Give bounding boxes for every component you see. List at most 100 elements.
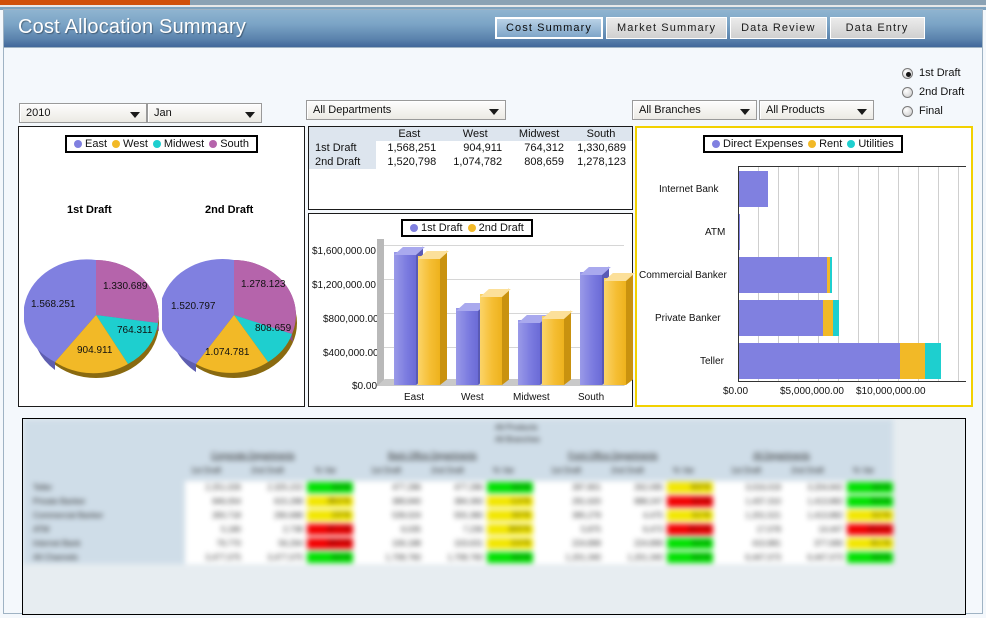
tab-data-entry[interactable]: Data Entry xyxy=(829,17,925,39)
legend-swatch-icon xyxy=(209,140,218,148)
radio-1st-draft[interactable]: 1st Draft xyxy=(902,65,986,84)
col-header-west: West xyxy=(442,127,509,141)
radio-dot-icon xyxy=(902,68,913,79)
sub-header-1st-draft: 1st Draft xyxy=(371,466,402,475)
cell-2nd-south: 1,278,123 xyxy=(569,155,632,169)
legend-swatch-icon xyxy=(712,140,720,148)
cell-1st-midwest: 764,312 xyxy=(508,141,570,155)
tab-market-summary[interactable]: Market Summary xyxy=(605,17,728,39)
cell-value: 6,447,073 xyxy=(745,553,781,562)
column-south-2nd-draft xyxy=(604,272,635,385)
sub-header-var: % Var xyxy=(315,466,337,475)
stacked-bar-atm xyxy=(739,214,740,250)
cell-value: 988,247 xyxy=(634,497,663,506)
row-label-1st-draft: 1st Draft xyxy=(309,141,377,155)
pie-value-west-2: 1.074.781 xyxy=(205,347,250,358)
cell-value: 6,447,073 xyxy=(807,553,843,562)
column-west-2nd-draft xyxy=(480,288,511,385)
legend-swatch-icon xyxy=(467,224,476,232)
cell-variance: -15.4 % xyxy=(847,524,893,535)
tab-bar: Cost Summary Market Summary Data Review … xyxy=(495,17,925,39)
branch-dropdown-value: All Branches xyxy=(639,104,701,116)
sub-header-var: % Var xyxy=(673,466,695,475)
department-dropdown-value: All Departments xyxy=(313,104,392,116)
month-dropdown[interactable]: Jan xyxy=(147,103,262,123)
legend-swatch-icon xyxy=(74,140,82,148)
page-title: Cost Allocation Summary xyxy=(18,16,247,38)
cell-value: 1,201,340 xyxy=(565,553,601,562)
radio-2nd-draft[interactable]: 2nd Draft xyxy=(902,84,986,103)
tab-data-review[interactable]: Data Review xyxy=(730,17,827,39)
cell-variance: 0.0 % xyxy=(307,552,353,563)
pie-chart-2nd-draft xyxy=(162,259,297,378)
cell-variance: -1.4 % xyxy=(487,496,533,507)
segment-rent xyxy=(823,300,833,336)
summary-table: East West Midwest South 1st Draft 1,568,… xyxy=(309,127,632,169)
detail-table-data-area xyxy=(185,481,893,564)
sub-header-2nd-draft: 2nd Draft xyxy=(431,466,464,475)
column-east-2nd-draft xyxy=(418,250,449,385)
cell-value: 106,188 xyxy=(392,539,421,548)
department-dropdown[interactable]: All Departments xyxy=(306,100,506,120)
legend-swatch-icon xyxy=(410,224,418,232)
cell-variance: 10.2 % xyxy=(667,524,713,535)
product-dropdown[interactable]: All Products xyxy=(759,100,874,120)
cell-value: 224,899 xyxy=(572,539,601,548)
radio-final[interactable]: Final xyxy=(902,103,986,122)
stacked-bar-private-banker xyxy=(739,300,839,336)
year-dropdown[interactable]: 2010 xyxy=(19,103,147,123)
x-axis-line xyxy=(738,381,966,382)
segment-direct-expenses xyxy=(739,300,823,336)
cell-2nd-midwest: 808,659 xyxy=(508,155,570,169)
column-midwest-1st-draft xyxy=(518,314,549,385)
cell-variance: -8.1 % xyxy=(847,538,893,549)
y-tick-400000: $400,000.00 xyxy=(323,348,379,359)
cell-variance: 0.0 % xyxy=(667,552,713,563)
dashboard-header: Cost Allocation Summary Cost Summary Mar… xyxy=(4,10,982,48)
sub-header-2nd-draft: 2nd Draft xyxy=(251,466,284,475)
segment-utilities xyxy=(925,343,941,379)
cell-2nd-east: 1,520,798 xyxy=(376,155,443,169)
pie-value-midwest-2: 808.659 xyxy=(255,323,292,334)
y-tick-internet-bank: Internet Bank xyxy=(659,184,719,195)
cell-variance: 0.0 % xyxy=(487,482,533,493)
legend-swatch-icon xyxy=(152,140,161,148)
column-midwest-2nd-draft xyxy=(542,310,573,385)
summary-table-panel: East West Midwest South 1st Draft 1,568,… xyxy=(308,126,633,210)
x-tick-10000000: $10,000,000.00 xyxy=(856,386,926,397)
radio-label-2nd-draft: 2nd Draft xyxy=(919,86,965,98)
column-face xyxy=(580,272,602,385)
col-header-blank xyxy=(309,127,377,141)
sub-header-1st-draft: 1st Draft xyxy=(191,466,222,475)
cell-value: 7,236 xyxy=(462,525,483,534)
y-tick-1600000: $1,600,000.00 xyxy=(312,246,376,257)
legend-item-west: West xyxy=(112,138,148,150)
tab-cost-summary[interactable]: Cost Summary xyxy=(495,17,603,39)
cell-value: 377,690 xyxy=(814,539,843,548)
segment-direct-expenses xyxy=(739,214,740,250)
sub-header-1st-draft: 1st Draft xyxy=(731,466,762,475)
column-face xyxy=(418,256,440,385)
segment-rent xyxy=(900,343,925,379)
x-tick-0: $0.00 xyxy=(723,386,749,397)
column-face xyxy=(394,252,416,385)
cell-variance: 2.5 % xyxy=(307,510,353,521)
legend-swatch-icon xyxy=(112,140,121,148)
legend-label-east: East xyxy=(85,138,108,150)
cell-value: 283,718 xyxy=(212,511,241,520)
detail-scope-products: All Products xyxy=(495,423,538,432)
branch-dropdown[interactable]: All Branches xyxy=(632,100,757,120)
y-tick-800000: $800,000.00 xyxy=(323,314,379,325)
y-tick-0: $0.00 xyxy=(352,381,378,392)
pie-value-midwest-1: 764.311 xyxy=(117,325,153,336)
y-tick-commercial-banker: Commercial Banker xyxy=(639,270,727,281)
legend-item-2nd-draft: 2nd Draft xyxy=(467,222,524,234)
x-tick-east: East xyxy=(404,392,425,403)
column-face xyxy=(456,308,478,385)
detail-table-panel[interactable]: All Products All Branches Corporate Depa… xyxy=(22,418,966,615)
legend-item-rent: Rent xyxy=(808,138,842,150)
legend-item-south: South xyxy=(209,138,249,150)
chevron-down-icon xyxy=(245,112,255,118)
y-tick-private-banker: Private Banker xyxy=(655,313,721,324)
dashboard-window: Cost Allocation Summary Cost Summary Mar… xyxy=(3,9,986,615)
